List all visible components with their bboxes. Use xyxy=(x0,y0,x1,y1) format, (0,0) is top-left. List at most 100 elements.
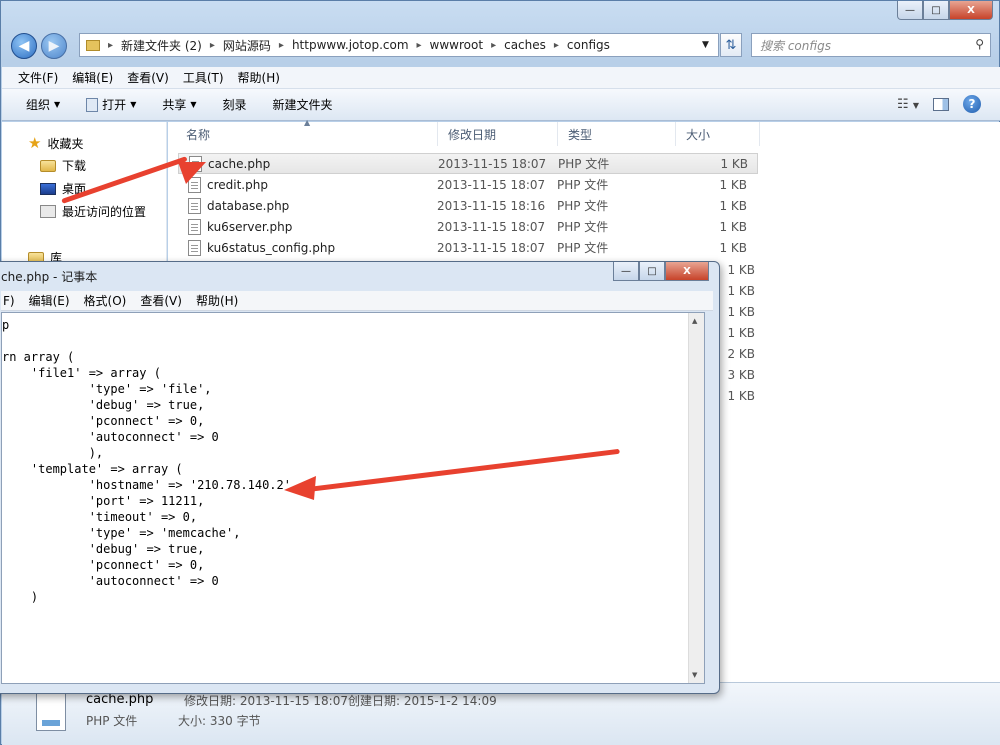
chevron-down-icon: ▼ xyxy=(190,100,197,109)
scroll-down-icon[interactable]: ▼ xyxy=(692,671,697,679)
share-button[interactable]: 共享 ▼ xyxy=(162,96,196,113)
scroll-up-icon[interactable]: ▲ xyxy=(692,317,697,325)
file-name: ku6status_config.php xyxy=(207,240,336,255)
file-type: PHP 文件 xyxy=(557,241,609,255)
column-size[interactable]: 大小 xyxy=(676,122,760,146)
file-name: database.php xyxy=(207,198,290,213)
file-type: PHP 文件 xyxy=(557,178,609,192)
column-date[interactable]: 修改日期 xyxy=(438,122,558,146)
chevron-down-icon[interactable]: ▼ xyxy=(702,40,709,50)
desktop-icon xyxy=(40,182,56,195)
nav-downloads-label: 下载 xyxy=(62,159,87,173)
maximize-button[interactable]: □ xyxy=(923,1,949,20)
minimize-button[interactable]: — xyxy=(613,262,639,281)
burn-label: 刻录 xyxy=(222,98,247,112)
menu-view[interactable]: 查看(V) xyxy=(127,69,169,86)
column-date-label: 修改日期 xyxy=(448,127,497,142)
close-button[interactable]: X xyxy=(949,1,993,20)
search-icon[interactable]: ⚲ xyxy=(975,37,984,51)
file-size: 1 KB xyxy=(719,198,747,213)
file-row[interactable]: ku6server.php 2013-11-15 18:07 PHP 文件 1 … xyxy=(178,216,758,237)
forward-button[interactable]: ▶ xyxy=(41,33,67,59)
column-type[interactable]: 类型 xyxy=(558,122,676,146)
file-row[interactable]: credit.php 2013-11-15 18:07 PHP 文件 1 KB xyxy=(178,174,758,195)
column-size-label: 大小 xyxy=(686,127,711,142)
breadcrumb-item[interactable]: 新建文件夹 (2) xyxy=(121,37,202,54)
file-name: cache.php xyxy=(208,156,271,171)
arrow-head-icon xyxy=(284,476,316,500)
file-row[interactable]: database.php 2013-11-15 18:16 PHP 文件 1 K… xyxy=(178,195,758,216)
refresh-button[interactable]: ⇅ xyxy=(720,33,742,57)
menu-format[interactable]: 格式(O) xyxy=(84,292,127,309)
file-row[interactable]: ku6status_config.php 2013-11-15 18:07 PH… xyxy=(178,237,758,258)
recent-places-icon xyxy=(40,205,56,218)
file-type: PHP 文件 xyxy=(557,199,609,213)
file-size: 1 KB xyxy=(719,177,747,192)
address-bar[interactable]: ▸ 新建文件夹 (2) ▸ 网站源码 ▸ httpwww.jotop.com ▸… xyxy=(79,33,719,57)
open-button[interactable]: 打开 ▼ xyxy=(86,96,136,113)
sort-arrow-icon: ▲ xyxy=(304,118,311,127)
arrow-head-icon xyxy=(178,162,206,184)
menu-file[interactable]: 文件(F) xyxy=(18,69,58,86)
nav-favorites[interactable]: ★ 收藏夹 xyxy=(28,134,83,152)
chevron-right-icon: ▸ xyxy=(108,39,114,51)
menu-tools[interactable]: 工具(T) xyxy=(183,69,224,86)
close-button[interactable]: X xyxy=(665,262,709,281)
menu-edit[interactable]: 编辑(E) xyxy=(72,69,113,86)
navigation-row: ◀ ▶ ▸ 新建文件夹 (2) ▸ 网站源码 ▸ httpwww.jotop.c… xyxy=(1,29,1000,63)
file-size: 1 KB xyxy=(719,219,747,234)
search-placeholder: 搜索 configs xyxy=(760,38,831,53)
share-label: 共享 xyxy=(162,98,187,112)
folder-icon xyxy=(86,39,100,51)
breadcrumb-item[interactable]: httpwww.jotop.com xyxy=(292,38,409,52)
vertical-scrollbar[interactable]: ▲ ▼ xyxy=(688,313,704,683)
menu-help[interactable]: 帮助(H) xyxy=(238,69,280,86)
file-row[interactable]: cache.php 2013-11-15 18:07 PHP 文件 1 KB xyxy=(178,153,758,174)
preview-pane-icon[interactable] xyxy=(933,97,949,111)
menu-help[interactable]: 帮助(H) xyxy=(196,292,238,309)
minimize-button[interactable]: — xyxy=(897,1,923,20)
organize-button[interactable]: 组织 ▼ xyxy=(26,96,60,113)
menu-file[interactable]: F) xyxy=(3,294,15,308)
notepad-window-controls: — □ X xyxy=(613,262,709,281)
view-options-icon[interactable]: ☷ ▼ xyxy=(897,97,919,112)
maximize-button[interactable]: □ xyxy=(639,262,665,281)
file-size: 1 KB xyxy=(719,240,747,255)
chevron-right-icon: ▸ xyxy=(278,39,284,51)
column-type-label: 类型 xyxy=(568,127,593,142)
chevron-down-icon: ▼ xyxy=(130,100,137,109)
downloads-folder-icon xyxy=(40,159,56,172)
explorer-window-controls: — □ X xyxy=(897,1,993,20)
star-icon: ★ xyxy=(28,134,42,152)
nav-recent[interactable]: 最近访问的位置 xyxy=(40,203,146,220)
menu-bar: 文件(F) 编辑(E) 查看(V) 工具(T) 帮助(H) xyxy=(2,67,1000,89)
menu-view[interactable]: 查看(V) xyxy=(140,292,182,309)
breadcrumb-item[interactable]: 网站源码 xyxy=(223,37,271,54)
menu-edit[interactable]: 编辑(E) xyxy=(29,292,70,309)
open-label: 打开 xyxy=(102,98,127,112)
file-size: 1 KB xyxy=(720,156,748,171)
nav-recent-label: 最近访问的位置 xyxy=(62,205,147,219)
chevron-right-icon: ▸ xyxy=(491,39,497,51)
new-folder-button[interactable]: 新建文件夹 xyxy=(273,96,333,113)
notepad-text-area[interactable]: p rn array ( 'file1' => array ( 'type' =… xyxy=(1,312,705,684)
chevron-down-icon: ▼ xyxy=(54,100,61,109)
breadcrumb-item[interactable]: configs xyxy=(567,38,610,52)
organize-label: 组织 xyxy=(26,98,51,112)
file-date: 2013-11-15 18:07 xyxy=(438,156,547,171)
notepad-title: che.php - 记事本 xyxy=(1,270,98,284)
back-button[interactable]: ◀ xyxy=(11,33,37,59)
file-date: 2013-11-15 18:16 xyxy=(437,198,546,213)
code-text: p rn array ( 'file1' => array ( 'type' =… xyxy=(2,318,299,604)
breadcrumb-item[interactable]: caches xyxy=(504,38,546,52)
breadcrumb-item[interactable]: wwwroot xyxy=(430,38,484,52)
column-name[interactable]: 名称 ▲ xyxy=(176,118,438,146)
file-date: 2013-11-15 18:07 xyxy=(437,240,546,255)
search-input[interactable]: 搜索 configs ⚲ xyxy=(751,33,991,57)
file-size: 1 KB xyxy=(727,263,755,277)
burn-button[interactable]: 刻录 xyxy=(223,96,247,113)
view-controls: ☷ ▼ ? xyxy=(897,95,981,113)
help-icon[interactable]: ? xyxy=(963,95,981,113)
nav-downloads[interactable]: 下载 xyxy=(40,157,86,174)
new-folder-label: 新建文件夹 xyxy=(272,98,333,112)
